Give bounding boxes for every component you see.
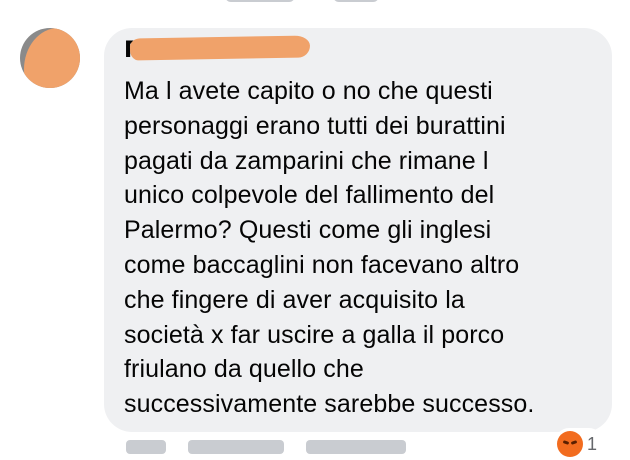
avatar-redaction	[24, 28, 80, 88]
cropped-text	[225, 0, 295, 2]
comment-actions	[126, 440, 406, 454]
cropped-text	[333, 0, 379, 2]
cropped-text	[188, 440, 284, 454]
cropped-text	[126, 440, 166, 454]
previous-comment-actions	[225, 0, 379, 4]
reaction-summary[interactable]: 1	[555, 428, 604, 460]
author-name-redaction	[129, 35, 311, 61]
comment-text: Ma l avete capito o no che questi person…	[124, 77, 535, 419]
angry-reaction-icon	[557, 431, 583, 457]
comment-author[interactable]: F	[124, 35, 314, 67]
avatar[interactable]	[20, 28, 80, 88]
reaction-count: 1	[587, 433, 598, 454]
cropped-text	[306, 440, 406, 454]
